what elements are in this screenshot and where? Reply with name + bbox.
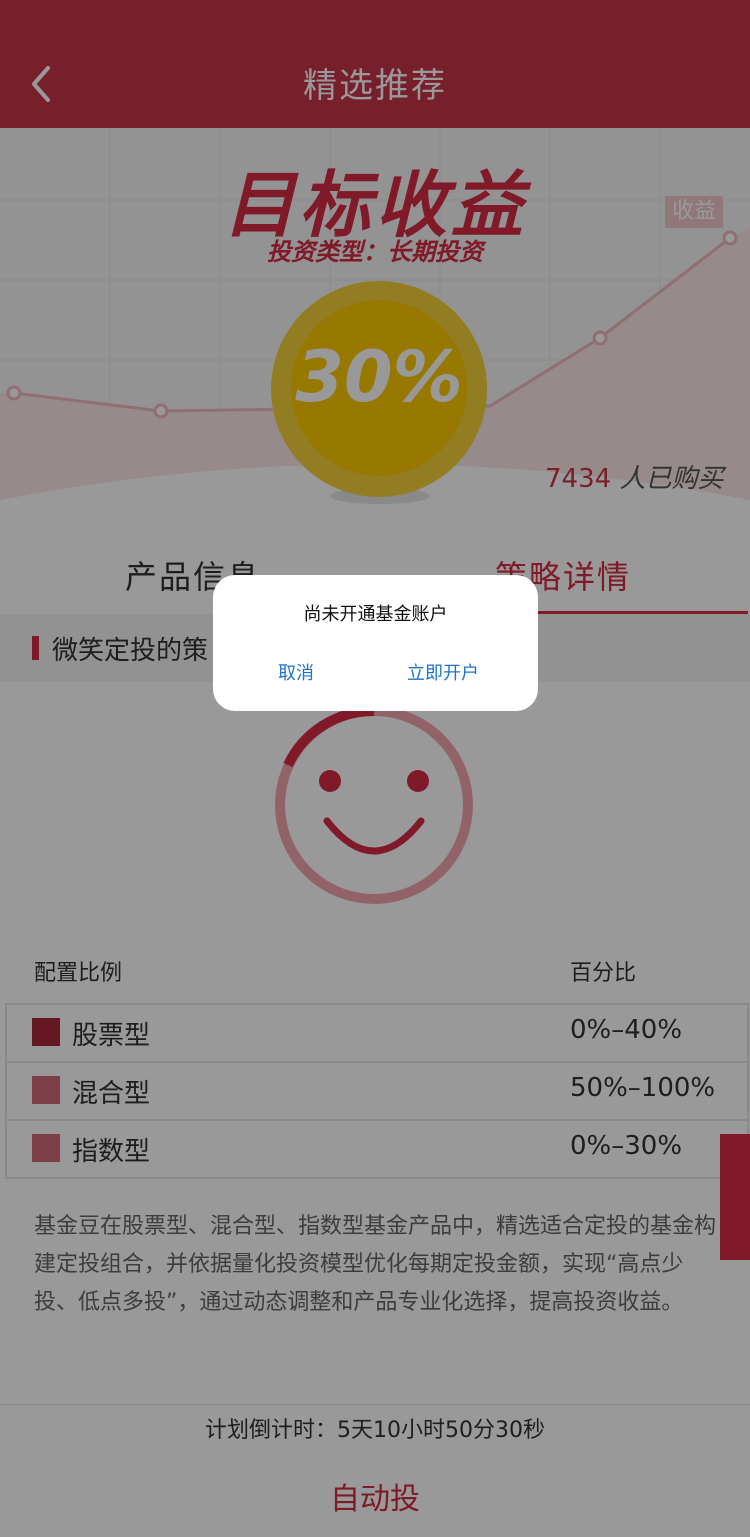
- dialog-title: 尚未开通基金账户: [303, 604, 448, 625]
- alert-dialog: [213, 575, 538, 711]
- cancel-button[interactable]: 取消: [258, 659, 334, 685]
- open-account-button[interactable]: 立即开户: [395, 659, 491, 685]
- modal-overlay[interactable]: [0, 0, 750, 1537]
